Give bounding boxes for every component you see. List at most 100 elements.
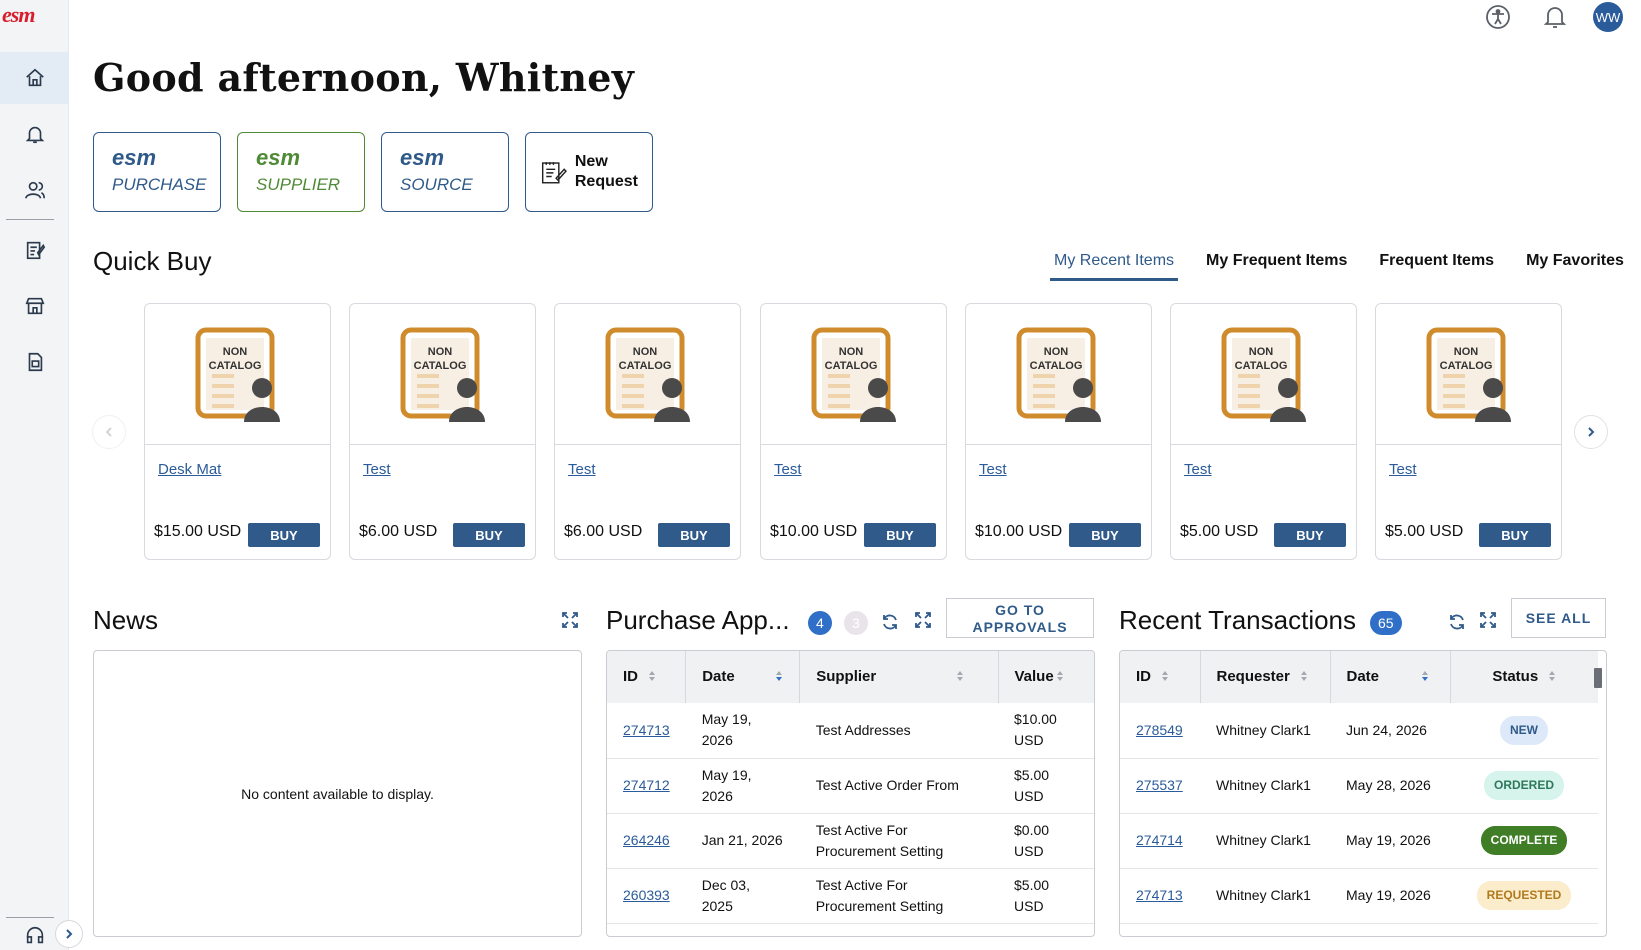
- product-name-link[interactable]: Desk Mat: [158, 461, 221, 478]
- document-edit-icon: [26, 241, 45, 260]
- cell-requester: Whitney Clark1: [1200, 813, 1330, 869]
- expand-sidebar-button[interactable]: [55, 920, 83, 948]
- esm-supplier-tile[interactable]: esm SUPPLIER: [237, 132, 365, 212]
- value-line: USD: [1014, 732, 1044, 749]
- date-line: May 19,: [701, 711, 752, 728]
- tab-my-favorites[interactable]: My Favorites: [1522, 250, 1628, 281]
- expand-icon: [915, 612, 931, 628]
- product-card: NON CATALOG Desk Mat $15.00 USD BUY: [144, 303, 331, 560]
- quick-buy-tabs: My Recent Items My Frequent Items Freque…: [1050, 250, 1628, 281]
- col-id[interactable]: ID: [1120, 651, 1200, 703]
- tab-frequent-items[interactable]: Frequent Items: [1375, 250, 1498, 281]
- approval-id-link[interactable]: 274712: [623, 777, 670, 793]
- sort-icon: [1161, 669, 1169, 686]
- table-row[interactable]: 264246 Jan 21, 2026 Test Active For Procure…: [607, 813, 1094, 869]
- approvals-table: ID Date Supplier Value 274713 May 19, 2026…: [607, 651, 1094, 924]
- cell-date: May 19, 2026: [1330, 813, 1450, 869]
- non-catalog-line1: NON: [427, 346, 452, 358]
- approval-id-link[interactable]: 264246: [623, 832, 670, 848]
- buy-button[interactable]: BUY: [1479, 523, 1551, 547]
- product-name-link[interactable]: Test: [979, 461, 1007, 478]
- product-name-link[interactable]: Test: [774, 461, 802, 478]
- sort-icon: [775, 669, 783, 686]
- cell-id: 260393: [607, 868, 686, 924]
- transactions-expand-button[interactable]: [1476, 608, 1500, 632]
- transactions-refresh-button[interactable]: [1445, 610, 1469, 634]
- table-row[interactable]: 274714 Whitney Clark1 May 19, 2026 COMPLETE: [1120, 813, 1598, 869]
- transaction-id-link[interactable]: 275537: [1136, 777, 1183, 793]
- buy-button[interactable]: BUY: [453, 523, 525, 547]
- table-row[interactable]: 278549 Whitney Clark1 Jun 24, 2026 NEW: [1120, 703, 1598, 759]
- transactions-scrollbar[interactable]: [1594, 668, 1602, 688]
- pdf-nav[interactable]: [0, 336, 69, 388]
- requests-nav[interactable]: [0, 224, 69, 276]
- product-name-link[interactable]: Test: [1184, 461, 1212, 478]
- transaction-id-link[interactable]: 274713: [1136, 887, 1183, 903]
- tab-my-frequent-items[interactable]: My Frequent Items: [1202, 250, 1351, 281]
- col-supplier-label: Supplier: [816, 668, 877, 686]
- see-all-button[interactable]: SEE ALL: [1511, 598, 1606, 638]
- table-row[interactable]: 260393 Dec 03, 2025 Test Active For Procure…: [607, 868, 1094, 924]
- transactions-table: ID Requester Date Status 278549 Whitney C…: [1120, 651, 1598, 924]
- go-to-approvals-button[interactable]: GO TO APPROVALS: [946, 598, 1094, 638]
- esm-purchase-tile[interactable]: esm PURCHASE: [93, 132, 221, 212]
- cell-date: May 19, 2026: [685, 703, 800, 759]
- col-date[interactable]: Date: [685, 651, 800, 703]
- buy-button[interactable]: BUY: [864, 523, 936, 547]
- buy-button[interactable]: BUY: [658, 523, 730, 547]
- notifications-nav[interactable]: [0, 108, 69, 160]
- col-id[interactable]: ID: [607, 651, 686, 703]
- approval-id-link[interactable]: 274713: [623, 722, 670, 738]
- esm-logo[interactable]: esm: [2, 2, 35, 28]
- product-card: NON CATALOG Test $6.00 USD BUY: [554, 303, 741, 560]
- news-expand-button[interactable]: [558, 608, 582, 632]
- approval-id-link[interactable]: 260393: [623, 887, 670, 903]
- col-date[interactable]: Date: [1329, 651, 1450, 703]
- user-avatar[interactable]: WW: [1593, 2, 1623, 32]
- chevron-right-icon: [1588, 427, 1595, 437]
- transaction-id-link[interactable]: 274714: [1136, 832, 1183, 848]
- contacts-nav[interactable]: [0, 164, 69, 216]
- table-row[interactable]: 274713 Whitney Clark1 May 19, 2026 REQUESTE…: [1120, 868, 1598, 924]
- buy-button[interactable]: BUY: [1274, 523, 1346, 547]
- status-badge: COMPLETE: [1480, 826, 1568, 855]
- esm-source-tile[interactable]: esm SOURCE: [381, 132, 509, 212]
- buy-button[interactable]: BUY: [248, 523, 320, 547]
- expand-icon: [562, 612, 578, 628]
- col-status[interactable]: Status: [1449, 651, 1598, 703]
- cell-supplier: Test Active For Procurement Setting: [799, 868, 998, 924]
- new-request-tile[interactable]: New Request: [525, 132, 653, 212]
- table-row[interactable]: 274712 May 19, 2026 Test Active Order From $…: [607, 758, 1094, 814]
- buy-button[interactable]: BUY: [1069, 523, 1141, 547]
- non-catalog-image: NON CATALOG: [555, 304, 740, 445]
- home-icon: [25, 68, 44, 87]
- home-nav[interactable]: [0, 52, 69, 104]
- supplier-line: Test Active For: [815, 876, 908, 893]
- product-name-link[interactable]: Test: [1389, 461, 1417, 478]
- table-row[interactable]: 274713 May 19, 2026 Test Addresses $10.00 USD: [607, 703, 1094, 759]
- table-row[interactable]: 275537 Whitney Clark1 May 28, 2026 ORDERED: [1120, 758, 1598, 814]
- news-title: News: [93, 605, 159, 635]
- store-nav[interactable]: [0, 280, 69, 332]
- notifications-button[interactable]: [1540, 2, 1570, 32]
- approvals-refresh-button[interactable]: [878, 610, 902, 634]
- col-value[interactable]: Value: [997, 651, 1094, 703]
- approvals-expand-button[interactable]: [911, 608, 935, 632]
- cell-id: 274713: [607, 703, 686, 759]
- news-empty-message: No content available to display.: [241, 786, 434, 802]
- transaction-id-link[interactable]: 278549: [1136, 722, 1183, 738]
- tile-label: SOURCE: [400, 175, 473, 194]
- col-supplier[interactable]: Supplier: [799, 651, 998, 703]
- carousel-next-button[interactable]: [1574, 415, 1608, 449]
- tab-my-recent-items[interactable]: My Recent Items: [1050, 250, 1179, 281]
- date-line: Dec 03, 2025: [701, 876, 750, 914]
- non-catalog-line1: NON: [1453, 346, 1478, 358]
- cell-value: $5.00 USD: [998, 758, 1094, 814]
- product-name-link[interactable]: Test: [568, 461, 596, 478]
- product-name-link[interactable]: Test: [363, 461, 391, 478]
- carousel-prev-button[interactable]: [92, 415, 126, 449]
- accessibility-button[interactable]: [1483, 2, 1513, 32]
- col-requester[interactable]: Requester: [1199, 651, 1330, 703]
- date-line: 2026: [701, 787, 733, 804]
- cell-requester: Whitney Clark1: [1200, 758, 1330, 814]
